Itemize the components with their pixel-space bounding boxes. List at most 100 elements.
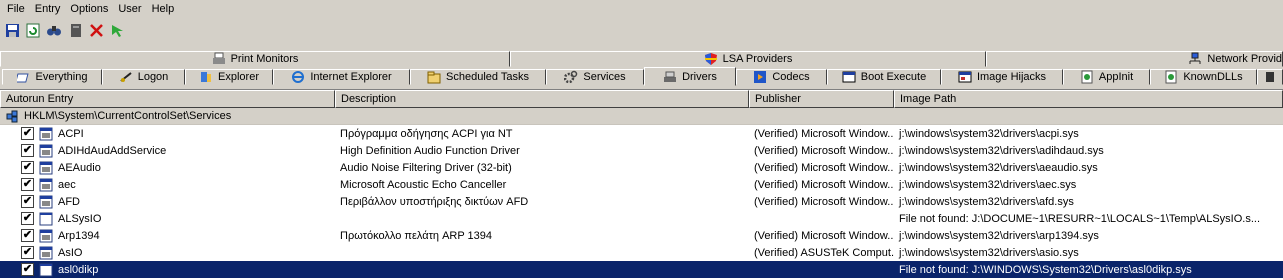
tab-label: Logon <box>137 71 169 83</box>
tab-internet-explorer[interactable]: Internet Explorer <box>273 69 410 85</box>
enable-checkbox[interactable]: ✔ <box>21 229 34 242</box>
menu-file[interactable]: File <box>2 0 30 18</box>
enable-checkbox[interactable]: ✔ <box>21 212 34 225</box>
list-item[interactable]: ✔ AsIO (Verified) ASUSTeK Comput... j:\wi… <box>0 244 1283 261</box>
explorer-icon <box>199 70 213 84</box>
group-header[interactable]: HKLM\System\CurrentControlSet\Services <box>0 108 1283 125</box>
entry-name: ALSysIO <box>58 212 102 225</box>
menu-entry[interactable]: Entry <box>30 0 66 18</box>
list-header: Autorun Entry Description Publisher Imag… <box>0 90 1283 108</box>
autoruns-list: Autorun Entry Description Publisher Imag… <box>0 89 1283 280</box>
column-autorun-entry[interactable]: Autorun Entry <box>0 90 335 108</box>
driver-file-icon <box>39 229 53 243</box>
tab-print-monitors[interactable]: Print Monitors <box>0 51 510 67</box>
tab-appinit[interactable]: AppInit <box>1063 69 1150 85</box>
tab-overflow[interactable] <box>1257 69 1283 85</box>
list-item[interactable]: ✔ ADIHdAudAddService High Definition Audi… <box>0 142 1283 159</box>
menu-user[interactable]: User <box>113 0 146 18</box>
registry-key-icon <box>6 109 20 123</box>
tab-knowndlls[interactable]: KnownDLLs <box>1150 69 1257 85</box>
list-item[interactable]: ✔ AEAudio Audio Noise Filtering Driver (3… <box>0 159 1283 176</box>
entry-image-path: j:\windows\system32\drivers\aec.sys <box>899 178 1077 191</box>
entry-name: ACPI <box>58 127 84 140</box>
group-label: HKLM\System\CurrentControlSet\Services <box>24 110 232 122</box>
entry-publisher: (Verified) ASUSTeK Comput... <box>754 246 894 259</box>
entry-description: Audio Noise Filtering Driver (32-bit) <box>340 161 512 174</box>
menu-options[interactable]: Options <box>65 0 113 18</box>
tab-label: Internet Explorer <box>310 71 392 83</box>
enable-checkbox[interactable]: ✔ <box>21 263 34 276</box>
list-item[interactable]: ✔ aec Microsoft Acoustic Echo Canceller (… <box>0 176 1283 193</box>
tab-row-secondary: Print Monitors LSA Providers Network Pro… <box>0 50 1283 68</box>
menu-help[interactable]: Help <box>147 0 180 18</box>
tab-label: Scheduled Tasks <box>446 71 529 83</box>
tab-boot-execute[interactable]: Boot Execute <box>827 69 941 85</box>
scheduled-tasks-icon <box>427 70 441 84</box>
entry-name: Arp1394 <box>58 229 100 242</box>
entry-publisher: (Verified) Microsoft Window... <box>754 161 894 174</box>
tab-label: Print Monitors <box>230 53 299 65</box>
enable-checkbox[interactable]: ✔ <box>21 246 34 259</box>
entry-publisher: (Verified) Microsoft Window... <box>754 144 894 157</box>
entry-name: aec <box>58 178 76 191</box>
enable-checkbox[interactable]: ✔ <box>21 127 34 140</box>
entry-image-path: j:\windows\system32\drivers\adihdaud.sys <box>899 144 1104 157</box>
jump-icon[interactable] <box>109 22 125 38</box>
entry-publisher: (Verified) Microsoft Window... <box>754 178 894 191</box>
column-image-path[interactable]: Image Path <box>894 90 1283 108</box>
entry-name: AsIO <box>58 246 83 259</box>
tab-everything[interactable]: Everything <box>2 69 102 85</box>
missing-file-icon <box>39 263 53 277</box>
column-description[interactable]: Description <box>335 90 749 108</box>
entry-image-path: j:\windows\system32\drivers\acpi.sys <box>899 127 1079 140</box>
list-item-selected[interactable]: ✔ asl0dikp File not found: J:\WINDOWS\Sys… <box>0 261 1283 278</box>
tab-label: Drivers <box>682 70 717 83</box>
network-icon <box>1188 52 1202 66</box>
save-icon[interactable] <box>4 22 20 38</box>
image-hijacks-icon <box>958 70 972 84</box>
entry-image-path: File not found: J:\WINDOWS\System32\Driv… <box>899 263 1192 276</box>
tab-services[interactable]: Services <box>546 69 644 85</box>
tab-label: KnownDLLs <box>1183 71 1243 83</box>
list-item[interactable]: ✔ ALSysIO File not found: J:\DOCUME~1\RES… <box>0 210 1283 227</box>
column-publisher[interactable]: Publisher <box>749 90 894 108</box>
delete-icon[interactable] <box>88 22 104 38</box>
find-icon[interactable] <box>46 22 62 38</box>
entry-description: High Definition Audio Function Driver <box>340 144 520 157</box>
internet-explorer-icon <box>291 70 305 84</box>
tab-explorer[interactable]: Explorer <box>185 69 273 85</box>
list-item[interactable]: ✔ AFD Περιβάλλον υποστήριξης δικτύων AFD … <box>0 193 1283 210</box>
tab-logon[interactable]: Logon <box>102 69 185 85</box>
printer-icon <box>212 52 226 66</box>
tab-label: AppInit <box>1098 71 1134 83</box>
enable-checkbox[interactable]: ✔ <box>21 178 34 191</box>
tab-label: Network Provid <box>1207 53 1282 65</box>
tab-label: Everything <box>35 71 88 83</box>
tab-lsa-providers[interactable]: LSA Providers <box>510 51 986 67</box>
copy-icon[interactable] <box>67 22 83 38</box>
refresh-icon[interactable] <box>25 22 41 38</box>
codecs-icon <box>753 70 767 84</box>
list-item[interactable]: ✔ Arp1394 Πρωτόκολλο πελάτη ARP 1394 (Ver… <box>0 227 1283 244</box>
tab-label: LSA Providers <box>722 53 793 65</box>
enable-checkbox[interactable]: ✔ <box>21 161 34 174</box>
tab-label: Codecs <box>772 71 810 83</box>
entry-description: Περιβάλλον υποστήριξης δικτύων AFD <box>340 195 529 208</box>
services-icon <box>564 70 578 84</box>
tab-codecs[interactable]: Codecs <box>736 69 827 85</box>
driver-file-icon <box>39 195 53 209</box>
entry-image-path: File not found: J:\DOCUME~1\RESURR~1\LOC… <box>899 212 1261 225</box>
tab-label: Services <box>583 71 626 83</box>
tab-network-providers[interactable]: Network Provid <box>986 51 1283 67</box>
entry-publisher: (Verified) Microsoft Window... <box>754 127 894 140</box>
entry-image-path: j:\windows\system32\drivers\aeaudio.sys <box>899 161 1098 174</box>
tab-image-hijacks[interactable]: Image Hijacks <box>941 69 1063 85</box>
tab-scheduled-tasks[interactable]: Scheduled Tasks <box>410 69 546 85</box>
list-item[interactable]: ✔ ACPI Πρόγραμμα οδήγησης ACPI για NT (Ve… <box>0 125 1283 142</box>
entry-image-path: j:\windows\system32\drivers\asio.sys <box>899 246 1079 259</box>
enable-checkbox[interactable]: ✔ <box>21 144 34 157</box>
tab-label: Boot Execute <box>860 71 927 83</box>
boot-execute-icon <box>842 70 856 84</box>
enable-checkbox[interactable]: ✔ <box>21 195 34 208</box>
tab-drivers[interactable]: Drivers <box>644 67 736 86</box>
